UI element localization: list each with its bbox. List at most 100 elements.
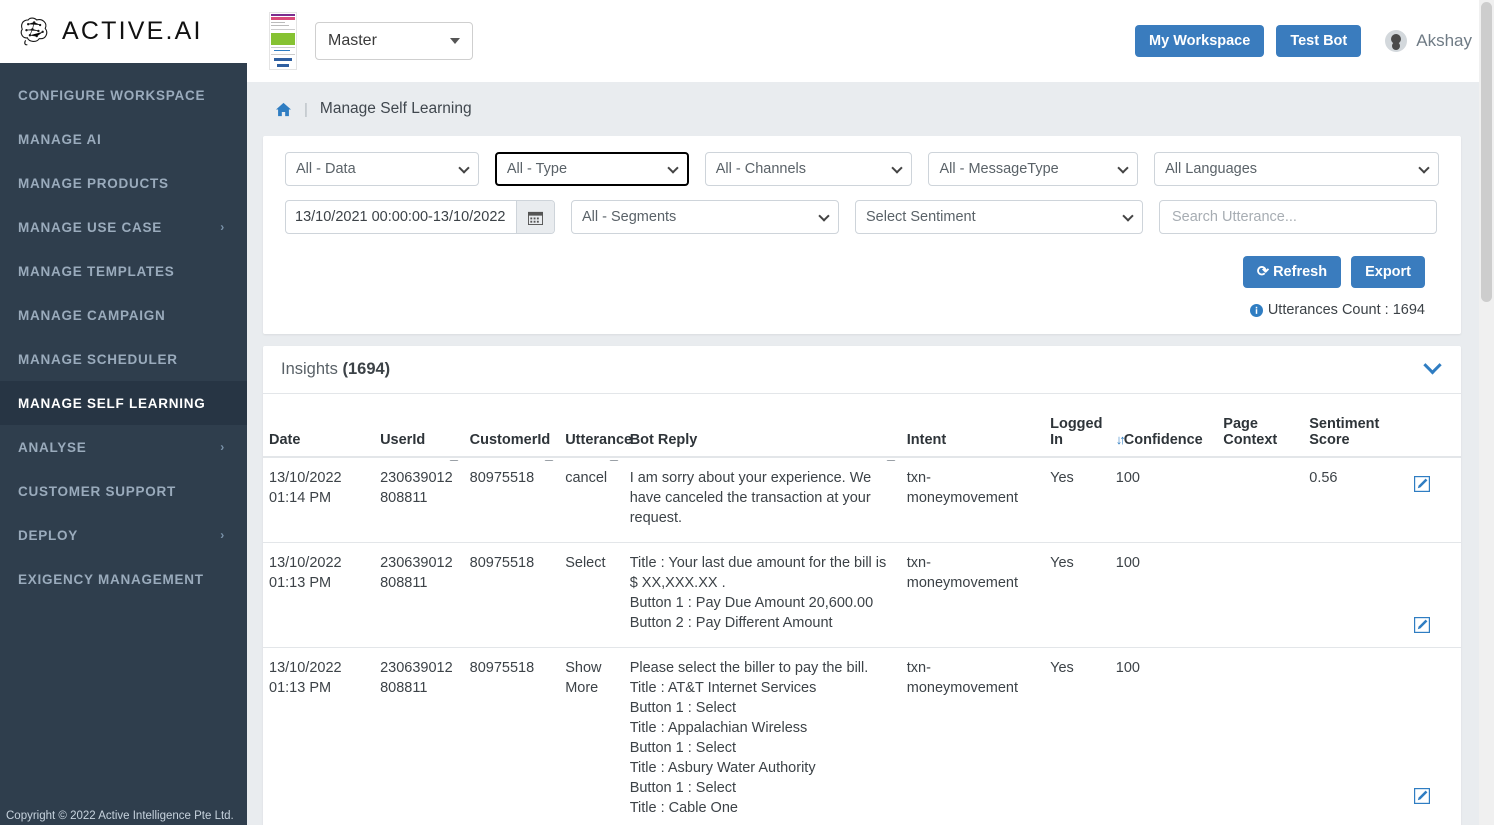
column-header-page-context[interactable]: Page Context bbox=[1217, 394, 1304, 458]
insights-header: Insights (1694) bbox=[263, 346, 1461, 394]
breadcrumb: | Manage Self Learning bbox=[247, 82, 1494, 136]
sidebar-item-exigency-management[interactable]: EXIGENCY MANAGEMENT bbox=[0, 557, 247, 601]
date-range-input[interactable] bbox=[286, 201, 516, 233]
column-header-utterance[interactable]: Utterance bbox=[559, 394, 632, 458]
utterances-count: Utterances Count : 1694 bbox=[277, 288, 1447, 334]
home-icon[interactable] bbox=[275, 102, 292, 117]
sidebar-item-manage-ai[interactable]: MANAGE AI bbox=[0, 117, 247, 161]
column-header-logged-in[interactable]: Logged In bbox=[1044, 394, 1110, 458]
sidebar-item-manage-scheduler[interactable]: MANAGE SCHEDULER bbox=[0, 337, 247, 381]
messagetype-filter-value: All - MessageType bbox=[939, 161, 1059, 177]
top-header-actions: My Workspace Test Bot Akshay bbox=[1135, 25, 1494, 57]
test-bot-button[interactable]: Test Bot bbox=[1276, 25, 1362, 57]
edit-icon[interactable] bbox=[1414, 788, 1431, 804]
cell-confidence: 100 bbox=[1109, 457, 1218, 543]
table-row[interactable]: 13/10/2022 01:14 PM 230639012808811 8097… bbox=[263, 457, 1461, 543]
sentiment-filter-select[interactable]: Select Sentiment bbox=[855, 200, 1143, 234]
brand-name: ACTIVE.AI bbox=[62, 16, 203, 45]
edit-icon[interactable] bbox=[1414, 617, 1431, 633]
channels-filter-select[interactable]: All - Channels bbox=[704, 152, 913, 186]
column-header-bot-reply[interactable]: Bot Reply bbox=[623, 394, 901, 458]
page-scrollbar[interactable] bbox=[1479, 0, 1494, 825]
cell-sentiment-score bbox=[1303, 542, 1409, 648]
user-menu[interactable]: Akshay bbox=[1385, 30, 1472, 52]
sidebar-item-manage-products[interactable]: MANAGE PRODUCTS bbox=[0, 161, 247, 205]
cell-page-context bbox=[1217, 457, 1304, 543]
segments-filter-value: All - Segments bbox=[582, 209, 677, 225]
export-button[interactable]: Export bbox=[1351, 256, 1425, 288]
cell-logged-in: Yes bbox=[1044, 542, 1110, 648]
segments-filter-select[interactable]: All - Segments bbox=[571, 200, 839, 234]
sidebar-item-label: MANAGE USE CASE bbox=[18, 219, 163, 235]
chevron-right-icon: › bbox=[220, 528, 225, 542]
cell-actions bbox=[1408, 457, 1461, 543]
languages-filter-select[interactable]: All Languages bbox=[1154, 152, 1439, 186]
cell-page-context bbox=[1217, 647, 1304, 825]
sidebar-item-label: MANAGE TEMPLATES bbox=[18, 263, 175, 279]
cell-utterance: Select bbox=[559, 542, 624, 648]
workspace-selector[interactable]: Master bbox=[315, 22, 473, 60]
sidebar-item-analyse[interactable]: ANALYSE › bbox=[0, 425, 247, 469]
scrollbar-thumb[interactable] bbox=[1481, 2, 1492, 302]
cell-utterance: cancel bbox=[559, 457, 624, 543]
sidebar-item-manage-templates[interactable]: MANAGE TEMPLATES bbox=[0, 249, 247, 293]
cell-userid: 230639012808811 bbox=[374, 457, 464, 543]
insights-title: Insights (1694) bbox=[281, 360, 390, 379]
copyright-footer: Copyright © 2022 Active Intelligence Pte… bbox=[0, 806, 247, 825]
sidebar-item-label: MANAGE CAMPAIGN bbox=[18, 307, 166, 323]
calendar-button[interactable] bbox=[516, 201, 554, 233]
brain-logo-icon bbox=[20, 17, 48, 46]
sentiment-filter-value: Select Sentiment bbox=[866, 209, 976, 225]
chevron-down-icon bbox=[1122, 210, 1134, 222]
chevron-down-icon bbox=[667, 162, 679, 174]
cell-bot-reply: I am sorry about your experience. We hav… bbox=[623, 457, 901, 543]
cell-sentiment-score bbox=[1303, 647, 1409, 825]
chevron-down-icon bbox=[450, 38, 460, 44]
cell-logged-in: Yes bbox=[1044, 457, 1110, 543]
column-header-actions bbox=[1408, 394, 1461, 458]
column-header-customerid[interactable]: CustomerId bbox=[463, 394, 560, 458]
search-utterance-input[interactable] bbox=[1159, 200, 1437, 234]
column-header-intent[interactable]: Intent bbox=[900, 394, 1045, 458]
data-filter-select[interactable]: All - Data bbox=[285, 152, 479, 186]
chevron-down-icon[interactable] bbox=[1423, 356, 1442, 375]
cell-intent: txn-moneymovement bbox=[900, 647, 1045, 825]
chevron-down-icon bbox=[818, 210, 830, 222]
sidebar-item-configure-workspace[interactable]: CONFIGURE WORKSPACE bbox=[0, 73, 247, 117]
cell-userid: 230639012808811 bbox=[374, 647, 464, 825]
chevron-right-icon: › bbox=[220, 440, 225, 454]
column-header-userid[interactable]: UserId bbox=[374, 394, 464, 458]
sidebar-item-manage-use-case[interactable]: MANAGE USE CASE › bbox=[0, 205, 247, 249]
cell-customerid: 80975518 bbox=[463, 457, 560, 543]
calendar-icon bbox=[528, 211, 543, 225]
refresh-button[interactable]: ⟳ Refresh bbox=[1242, 256, 1342, 288]
user-name: Akshay bbox=[1416, 31, 1472, 50]
table-row[interactable]: 13/10/2022 01:13 PM 230639012808811 8097… bbox=[263, 647, 1461, 825]
insights-table: Date UserId CustomerId Utterance Bot Rep… bbox=[263, 394, 1461, 825]
filter-actions: ⟳ Refresh Export bbox=[277, 248, 1447, 288]
column-header-date[interactable]: Date bbox=[263, 394, 375, 458]
column-header-sentiment-score[interactable]: Sentiment Score bbox=[1303, 394, 1409, 458]
sidebar-item-deploy[interactable]: DEPLOY › bbox=[0, 513, 247, 557]
table-row[interactable]: 13/10/2022 01:13 PM 230639012808811 8097… bbox=[263, 542, 1461, 648]
column-header-confidence[interactable]: ↓↑Confidence bbox=[1109, 394, 1218, 458]
cell-utterance: Show More bbox=[559, 647, 624, 825]
filter-row-1: All - Data All - Type All - Channels All… bbox=[277, 152, 1447, 200]
edit-icon[interactable] bbox=[1414, 476, 1431, 492]
cell-confidence: 100 bbox=[1109, 542, 1218, 648]
date-range-field[interactable] bbox=[285, 200, 555, 234]
sidebar-item-manage-campaign[interactable]: MANAGE CAMPAIGN bbox=[0, 293, 247, 337]
cell-userid: 230639012808811 bbox=[374, 542, 464, 648]
sidebar-item-customer-support[interactable]: CUSTOMER SUPPORT bbox=[0, 469, 247, 513]
workspace-selected-value: Master bbox=[328, 32, 377, 49]
utterances-count-label: Utterances Count : 1694 bbox=[1267, 302, 1425, 318]
table-header-row: Date UserId CustomerId Utterance Bot Rep… bbox=[263, 394, 1461, 458]
sidebar-item-manage-self-learning[interactable]: MANAGE SELF LEARNING bbox=[0, 381, 247, 425]
my-workspace-button[interactable]: My Workspace bbox=[1135, 25, 1265, 57]
sidebar-item-label: MANAGE AI bbox=[18, 131, 102, 147]
type-filter-value: All - Type bbox=[506, 161, 568, 177]
messagetype-filter-select[interactable]: All - MessageType bbox=[928, 152, 1139, 186]
workspace-thumbnail bbox=[269, 12, 297, 70]
cell-intent: txn-moneymovement bbox=[900, 457, 1045, 543]
type-filter-select[interactable]: All - Type bbox=[494, 152, 689, 186]
